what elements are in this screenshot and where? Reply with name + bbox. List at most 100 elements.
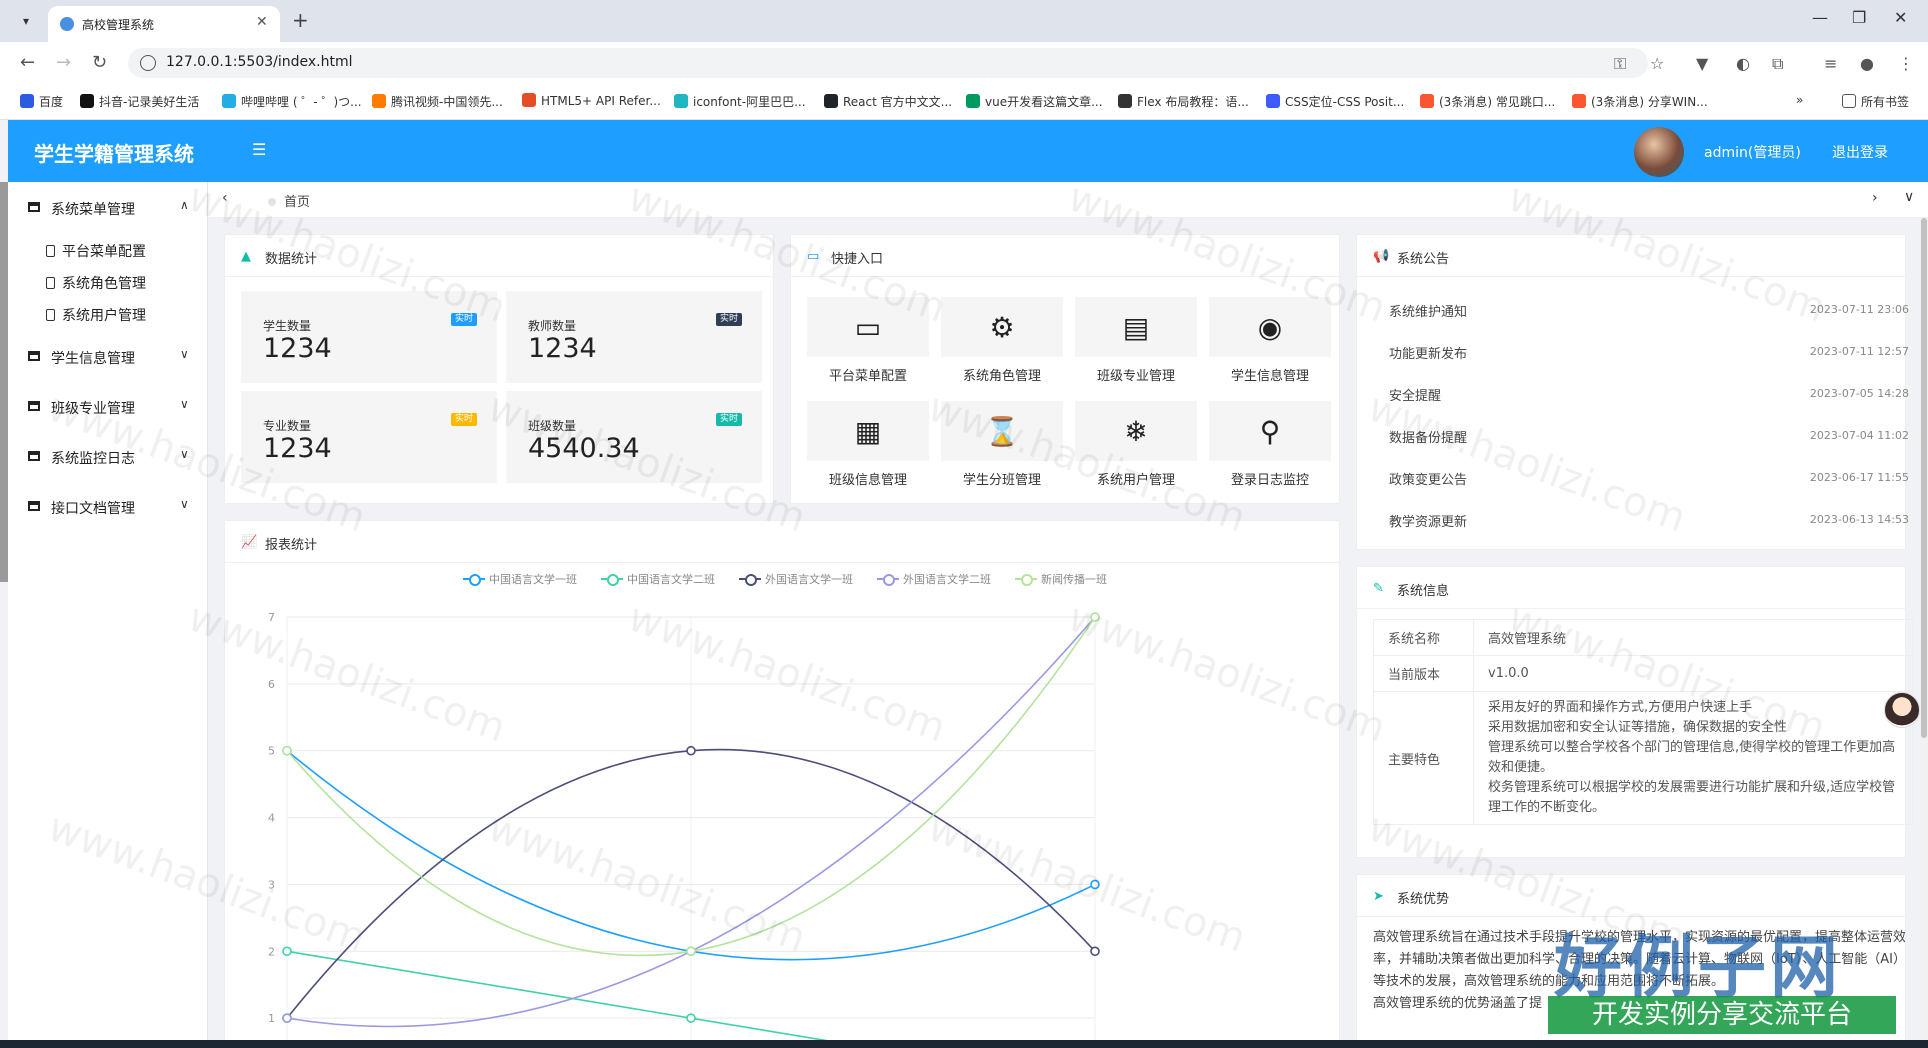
back-icon[interactable]: ←: [20, 52, 35, 73]
extensions-icon[interactable]: ⧉: [1772, 54, 1783, 74]
bookmark-item[interactable]: 哔哩哔哩 ( ゜- ゜)つ...: [222, 93, 362, 110]
profile-icon[interactable]: ●: [1860, 54, 1874, 73]
tab-home[interactable]: 首页: [268, 191, 310, 210]
sidebar-subitem-label: 系统角色管理: [62, 276, 146, 292]
table-row: 当前版本 v1.0.0: [1373, 655, 1913, 692]
tab-search-chevron-icon[interactable]: ▾: [14, 10, 38, 32]
sidebar-item-class-major[interactable]: 班级专业管理 ∨: [8, 389, 208, 425]
notice-item[interactable]: 数据备份提醒 2023-07-04 11:02: [1389, 427, 1909, 469]
calendar-icon: ▦: [854, 415, 882, 448]
quick-entry-4[interactable]: ◉ 学生信息管理: [1209, 297, 1331, 393]
data-point: [1090, 612, 1100, 622]
chevron-left-icon[interactable]: ‹: [222, 190, 228, 206]
url-input[interactable]: 127.0.0.1:5503/index.html: [128, 48, 1648, 78]
y-tick-label: 3: [268, 878, 275, 891]
notice-item[interactable]: 系统维护通知 2023-07-11 23:06: [1389, 301, 1909, 343]
bookmark-item[interactable]: CSS定位-CSS Posit...: [1266, 93, 1404, 110]
new-tab-icon[interactable]: +: [292, 8, 309, 32]
bookmark-item[interactable]: 抖音-记录美好生活: [80, 93, 199, 110]
sidebar-item-student-info[interactable]: 学生信息管理 ∨: [8, 339, 208, 375]
chevron-down-icon: ∨: [180, 397, 189, 411]
extension-v-icon[interactable]: ▼: [1696, 54, 1708, 73]
tab-title: 高校管理系统: [82, 18, 155, 32]
window-edge: [0, 182, 8, 582]
forward-icon[interactable]: →: [56, 52, 71, 73]
bookmark-favicon-icon: [20, 94, 34, 108]
close-window-icon[interactable]: ✕: [1894, 8, 1907, 27]
hourglass-icon: ⌛: [984, 415, 1020, 448]
chevron-right-icon[interactable]: ›: [1872, 190, 1878, 206]
extension-avatar-icon[interactable]: ◐: [1736, 54, 1750, 73]
bookmark-favicon-icon: [80, 94, 94, 108]
stat-card-majors: 实时 专业数量 1234: [241, 391, 497, 483]
reload-icon[interactable]: ↻: [92, 52, 107, 73]
quick-entry-2[interactable]: ⚙ 系统角色管理: [941, 297, 1063, 393]
notice-title: 教学资源更新: [1389, 515, 1468, 530]
panel-title: 快捷入口: [831, 252, 884, 267]
bookmark-item[interactable]: iconfont-阿里巴巴...: [674, 93, 806, 110]
sidebar: 系统菜单管理 ∧ 平台菜单配置 系统角色管理 系统用户管理 学生信息管理 ∨ 班…: [8, 182, 208, 1048]
quick-entry-3[interactable]: ▤ 班级专业管理: [1075, 297, 1197, 393]
address-bar-row: ← → ↻ 127.0.0.1:5503/index.html ⚿ ☆ ▼ ◐ …: [0, 42, 1928, 84]
logout-link[interactable]: 退出登录: [1832, 142, 1888, 162]
browser-tab[interactable]: 高校管理系统 ✕: [48, 6, 280, 42]
scroll-thumb[interactable]: [1921, 218, 1927, 738]
site-info-icon[interactable]: [140, 55, 156, 71]
close-tab-icon[interactable]: ✕: [256, 14, 268, 30]
sidebar-item-label: 系统菜单管理: [51, 202, 135, 218]
bookmarks-overflow-icon[interactable]: »: [1796, 93, 1803, 107]
notice-item[interactable]: 政策变更公告 2023-06-17 11:55: [1389, 469, 1909, 511]
line-chart: 01234567: [268, 611, 1100, 1047]
bookmark-item[interactable]: vue开发看这篇文章...: [966, 93, 1103, 110]
more-menu-icon[interactable]: ⋮: [1898, 54, 1914, 73]
bookmark-favicon-icon: [1420, 94, 1434, 108]
quick-entry-6[interactable]: ⌛ 学生分班管理: [941, 401, 1063, 497]
bookmark-item[interactable]: 百度: [20, 93, 63, 110]
bookmark-item[interactable]: (3条消息) 常见跳口...: [1420, 93, 1555, 110]
chevron-down-icon[interactable]: ∨: [1904, 189, 1914, 205]
avatar[interactable]: [1634, 127, 1684, 177]
user-name[interactable]: admin(管理员): [1704, 142, 1801, 162]
advantage-paragraph: 高效管理系统的优势涵盖了提: [1373, 996, 1543, 1011]
minimize-icon[interactable]: —: [1812, 8, 1828, 27]
feature-line: 采用数据加密和安全认证等措施，确保数据的安全性: [1488, 720, 1788, 735]
snowflake-icon: ❄: [1124, 415, 1148, 448]
warning-icon: ▲: [241, 249, 251, 264]
all-bookmarks-button[interactable]: 所有书签: [1842, 93, 1909, 110]
quick-entry-1[interactable]: ▭ 平台菜单配置: [807, 297, 929, 393]
quick-entry-8[interactable]: ⚲ 登录日志监控: [1209, 401, 1331, 497]
send-icon: ➤: [1373, 889, 1384, 904]
bookmark-item[interactable]: (3条消息) 分享WIN...: [1572, 93, 1708, 110]
feature-line: 管理系统可以整合学校各个部门的管理信息,使得学校的管理工作更加高效和便捷。: [1488, 740, 1896, 775]
sidebar-item-api-docs[interactable]: 接口文档管理 ∨: [8, 489, 208, 525]
bookmark-item[interactable]: 腾讯视频-中国领先...: [372, 93, 503, 110]
bookmark-favicon-icon: [222, 94, 236, 108]
bookmark-item[interactable]: Flex 布局教程：语...: [1118, 93, 1249, 110]
menu-toggle-icon[interactable]: ☰: [252, 140, 266, 159]
notice-item[interactable]: 安全提醒 2023-07-05 14:28: [1389, 385, 1909, 427]
mobile-icon: [46, 245, 55, 257]
sidebar-subitem-platform-menu[interactable]: 平台菜单配置: [8, 234, 208, 266]
star-icon[interactable]: ☆: [1650, 54, 1664, 73]
quick-entry-5[interactable]: ▦ 班级信息管理: [807, 401, 929, 497]
assistant-avatar[interactable]: [1884, 692, 1920, 728]
notice-date: 2023-06-13 14:53: [1809, 513, 1909, 526]
sidebar-subitem-role[interactable]: 系统角色管理: [8, 266, 208, 298]
status-badge: 实时: [715, 413, 742, 426]
restore-icon[interactable]: ❐: [1852, 8, 1866, 27]
sidebar-subitem-user[interactable]: 系统用户管理: [8, 298, 208, 330]
media-icon[interactable]: ≡: [1824, 54, 1837, 73]
bookmark-item[interactable]: React 官方中文文...: [824, 93, 952, 110]
notice-item[interactable]: 教学资源更新 2023-06-13 14:53: [1389, 511, 1909, 553]
key-icon[interactable]: ⚿: [1614, 54, 1626, 74]
sidebar-item-menu-management[interactable]: 系统菜单管理 ∧: [8, 190, 208, 226]
notice-item[interactable]: 功能更新发布 2023-07-11 12:57: [1389, 343, 1909, 385]
quick-entry-7[interactable]: ❄ 系统用户管理: [1075, 401, 1197, 497]
sidebar-item-label: 学生信息管理: [51, 351, 135, 367]
table-cell: 主要特色: [1373, 691, 1474, 825]
bookmark-item[interactable]: HTML5+ API Refer...: [522, 93, 661, 108]
quick-entry-label: 平台菜单配置: [828, 369, 907, 384]
notice-date: 2023-07-05 14:28: [1809, 387, 1909, 400]
page-scrollbar[interactable]: [1920, 218, 1928, 1048]
sidebar-item-monitor-log[interactable]: 系统监控日志 ∨: [8, 439, 208, 475]
